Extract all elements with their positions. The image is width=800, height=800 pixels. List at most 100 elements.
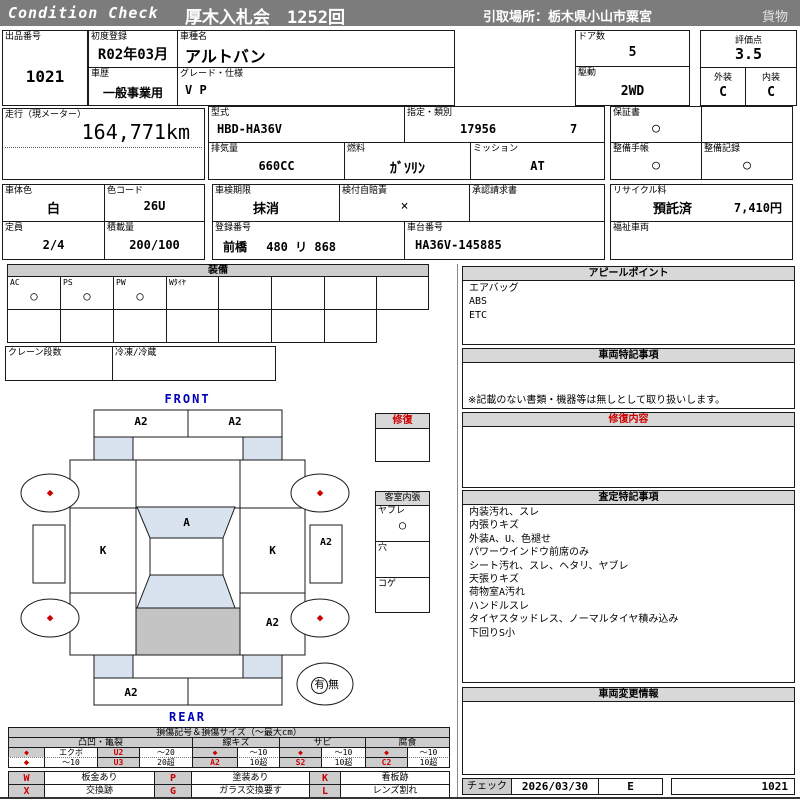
spare-no-mark: 無 — [328, 678, 339, 691]
welfare-vehicle-box: 福祉車両 — [610, 221, 793, 260]
first-registration-label: 初度登録 — [91, 32, 128, 42]
special-notes-disclaimer: ※記載のない書類・機器等は無しとして取り扱いします。 — [468, 395, 726, 406]
left-side-panel-shape — [32, 524, 66, 584]
model-name-value: アルトバン — [185, 47, 266, 66]
capacity-box: 定員 2/4 — [2, 221, 105, 260]
inspection-box: 車検期限 抹消 — [212, 184, 340, 222]
class-number-value: 7 — [570, 122, 578, 136]
displacement-value: 660CC — [258, 159, 295, 173]
cabin-row-koge: コゲ — [376, 577, 429, 613]
warranty-mark: ○ — [652, 121, 660, 136]
interior-grade-label: 内装 — [761, 73, 780, 83]
legend-code: W — [8, 771, 45, 785]
interior-grade-cell: 内装 C — [746, 67, 796, 107]
assessment-line: 下回りS小 — [469, 627, 516, 639]
mileage-label: 走行（現メーター） — [5, 110, 87, 120]
assessment-line: 外装A、U、色褪せ — [469, 533, 552, 545]
legend-code: X — [8, 784, 45, 798]
front-left-corner-shape — [93, 436, 134, 461]
chassis-number-value: HA36V-145885 — [415, 238, 502, 252]
circle-mark: ○ — [83, 289, 91, 303]
legend-value: 10超 — [407, 757, 450, 768]
equipment-cell-empty — [60, 309, 114, 343]
capacity-value: 2/4 — [42, 238, 65, 252]
legend-desc: 交換跡 — [44, 784, 155, 798]
insurance-box: 検付自賠責 × — [339, 184, 470, 222]
assessment-line: 天張りキズ — [469, 574, 519, 586]
spare-yes-mark: 有 — [311, 677, 328, 694]
appeal-points-lines: エアバッグ ABS ETC — [469, 282, 790, 322]
legend-code: G — [154, 784, 192, 798]
maintenance-book-box: 整備手帳 ○ — [610, 142, 702, 180]
fuel-box: 燃料 ｶﾞｿﾘﾝ — [344, 142, 471, 180]
cabin-row-yabure: ヤブレ ○ — [376, 505, 429, 541]
type-class-label: 指定・類別 — [407, 108, 453, 118]
legend-code: L — [309, 784, 341, 798]
equipment-cell-empty — [376, 276, 429, 310]
rear-label: REAR — [169, 710, 206, 724]
vehicle-change-panel: 車両変更情報 — [462, 687, 795, 775]
equipment-cell-empty — [166, 309, 219, 343]
rear-right-corner-shape — [242, 654, 283, 679]
maintenance-book-mark: ○ — [652, 158, 660, 173]
auction-condition-sheet: Condition Check 厚木入札会 1252回 引取場所：栃木県小山市粟… — [0, 0, 800, 800]
front-right-corner-shape — [242, 436, 283, 461]
color-code-label: 色コード — [107, 186, 144, 196]
right-side-panel-shape — [309, 524, 343, 584]
cabin-lining-title: 客室内張 — [376, 492, 429, 506]
legend-code: P — [154, 771, 192, 785]
exterior-grade-value: C — [719, 85, 727, 100]
recycle-fee-label: リサイクル料 — [613, 186, 667, 196]
assessment-line: 荷物室A汚れ — [469, 587, 526, 599]
exterior-grade-cell: 外装 C — [701, 67, 746, 107]
cabin-lining-box: 客室内張 ヤブレ ○ 穴 コゲ — [375, 491, 430, 613]
blank-cell — [701, 106, 793, 143]
diamond-icon: ◆ — [8, 757, 45, 768]
legend-code: U3 — [97, 757, 140, 768]
reefer-label: 冷凍/冷蔵 — [115, 348, 157, 358]
legend-code: A2 — [192, 757, 238, 768]
approval-request-box: 承認請求書 — [469, 184, 605, 222]
score-value: 3.5 — [734, 45, 763, 63]
approval-request-label: 承認請求書 — [472, 186, 518, 196]
maintenance-record-box: 整備記録 ○ — [701, 142, 793, 180]
equipment-label: PW — [116, 278, 126, 287]
diamond-icon: ◆ — [316, 611, 324, 624]
lot-number-label: 出品番号 — [5, 32, 42, 42]
page-bottom-rule — [0, 797, 800, 799]
warranty-box: 保証書 ○ — [610, 106, 702, 143]
circle-mark: ○ — [30, 289, 38, 303]
body-color-value: 白 — [46, 202, 60, 217]
repair-mini-box: 修復 — [375, 413, 430, 462]
doors-value: 5 — [628, 45, 637, 60]
rear-window-shape — [136, 574, 236, 609]
history-value: 一般事業用 — [102, 86, 163, 100]
registration-number-value: 前橋 480 リ 868 — [223, 240, 337, 254]
appeal-line: ABS — [469, 296, 488, 308]
load-capacity-label: 積載量 — [107, 223, 135, 233]
drivetrain-box: 駆動 2WD — [575, 66, 690, 106]
load-capacity-box: 積載量 200/100 — [104, 221, 205, 260]
insurance-mark: × — [400, 199, 409, 214]
registration-number-label: 登録番号 — [215, 223, 252, 233]
mileage-divider — [5, 147, 202, 148]
legend-desc: レンズ割れ — [340, 784, 450, 798]
equipment-cell-empty — [271, 276, 325, 310]
equipment-label: PS — [63, 278, 73, 287]
grade-value: V P — [185, 83, 207, 97]
legend-value: 10超 — [237, 757, 280, 768]
maintenance-book-label: 整備手帳 — [613, 144, 650, 154]
appeal-line: エアバッグ — [469, 283, 519, 294]
header-bar: Condition Check 厚木入札会 1252回 引取場所：栃木県小山市粟… — [0, 0, 800, 28]
displacement-box: 排気量 660CC — [208, 142, 345, 180]
body-color-label: 車体色 — [5, 186, 33, 196]
transmission-box: ミッション AT — [470, 142, 605, 180]
doors-label: ドア数 — [578, 32, 606, 42]
legend-code: S2 — [279, 757, 322, 768]
diamond-icon: ◆ — [316, 486, 324, 499]
assessment-line: 内装汚れ、スレ — [469, 507, 540, 518]
equipment-cell-ps: PS ○ — [60, 276, 114, 310]
recycle-fee-box: リサイクル料 預託済 7,410円 — [610, 184, 793, 222]
equipment-cell-pw: PW ○ — [113, 276, 167, 310]
assessment-line: 内張りキズ — [469, 520, 519, 532]
